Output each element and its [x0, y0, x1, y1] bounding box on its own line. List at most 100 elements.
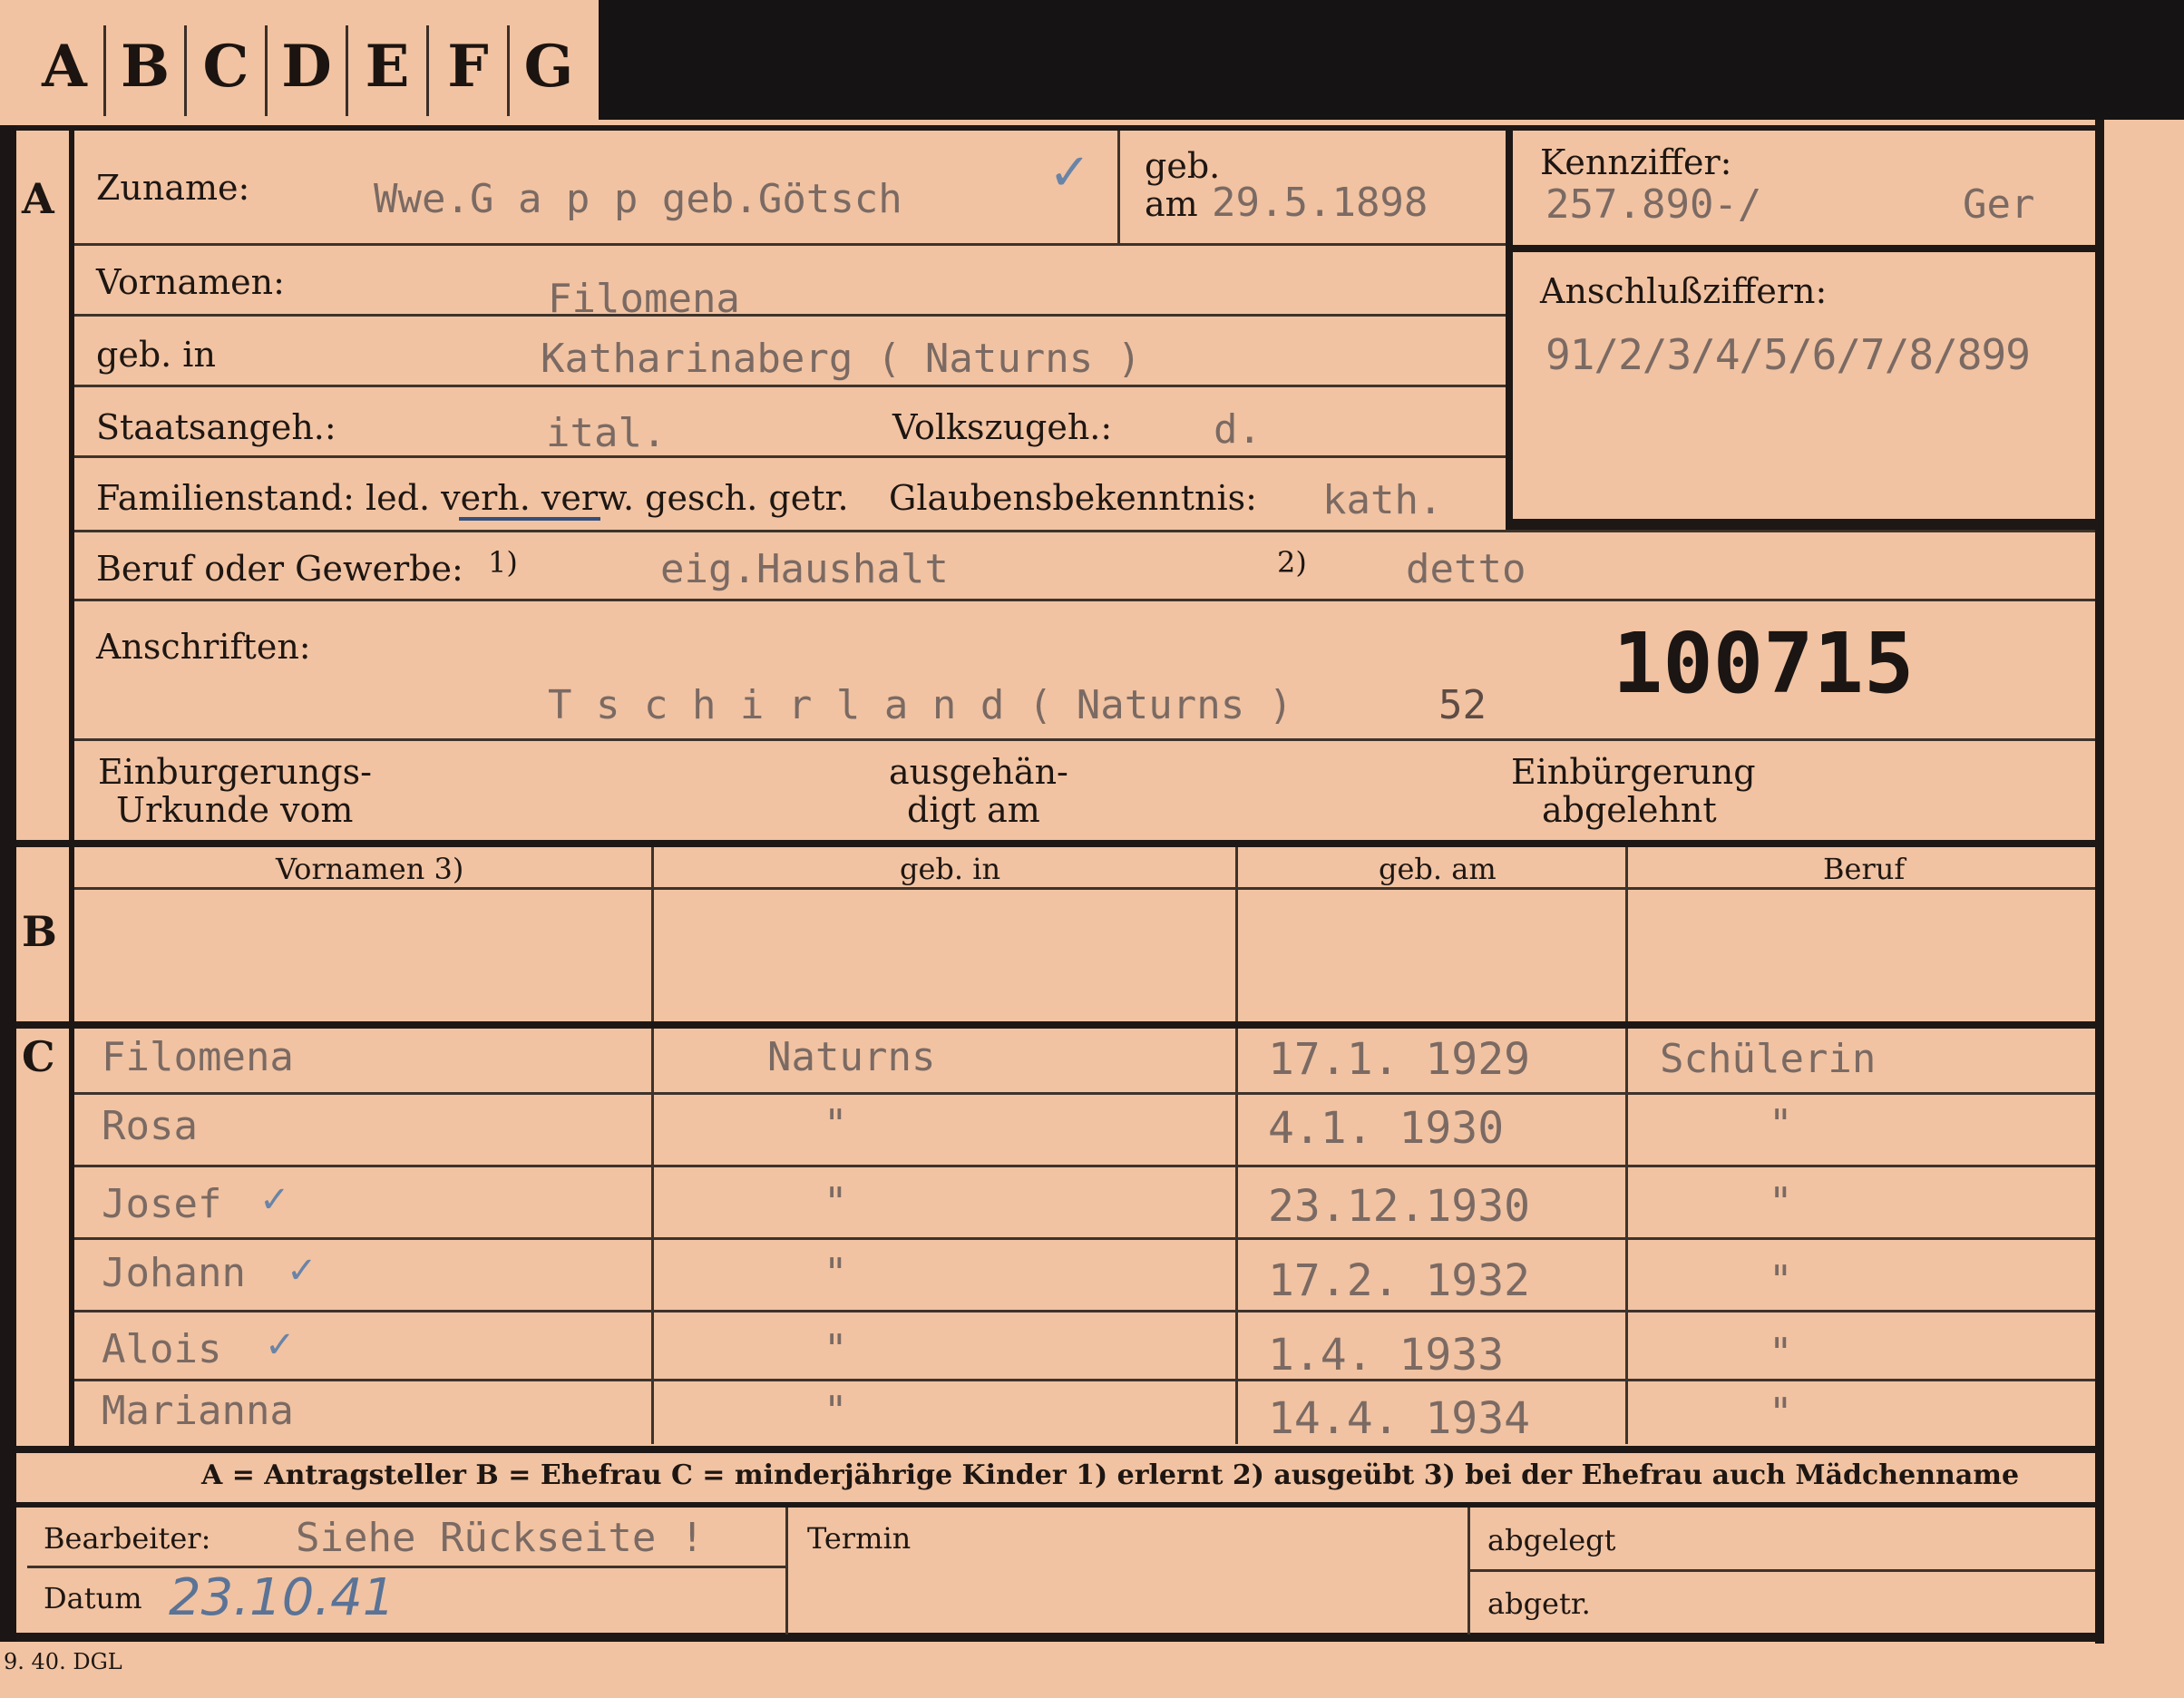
zuname-value: Wwe.G a p p geb.Götsch	[374, 176, 902, 222]
abgelegt-label: abgelegt	[1487, 1523, 1616, 1557]
row-line	[74, 1310, 2095, 1313]
tab-g[interactable]: G	[510, 16, 588, 118]
card-left-edge	[0, 118, 16, 1642]
row-line	[74, 385, 1506, 387]
tab-f[interactable]: F	[429, 16, 507, 118]
child-geb-am: 23.12.1930	[1268, 1181, 1530, 1232]
abgetr-label: abgetr.	[1487, 1586, 1591, 1621]
child-geb-in: Naturns	[767, 1034, 936, 1080]
child-geb-am: 4.1. 1930	[1268, 1103, 1505, 1154]
einbuergerung-urkunde-label-1: Einburgerungs-	[98, 752, 372, 792]
anschlussziffern-label: Anschlußziffern:	[1540, 271, 1828, 311]
anschrift-number: 52	[1438, 682, 1487, 728]
registration-card: A B C D E F G A Zuname: Wwe.G a p p geb.…	[0, 0, 2184, 1698]
ausgehaendigt-label-2: digt am	[907, 790, 1040, 830]
child-vorname: Alois	[102, 1326, 222, 1372]
col-line	[785, 1508, 788, 1635]
legend: A = Antragsteller B = Ehefrau C = minder…	[201, 1459, 2020, 1491]
child-geb-in: "	[824, 1326, 848, 1372]
child-vorname: Marianna	[102, 1388, 294, 1434]
row-line	[27, 1566, 785, 1568]
print-code: 9. 40. DGL	[4, 1649, 122, 1674]
col-header-beruf: Beruf	[1823, 852, 1906, 886]
child-geb-in: "	[824, 1388, 848, 1434]
bearbeiter-label: Bearbeiter:	[44, 1521, 211, 1556]
child-beruf: "	[1769, 1330, 1793, 1376]
col-header-geb-in: geb. in	[900, 852, 1001, 886]
geb-label: geb.	[1145, 146, 1221, 186]
kennziffer-suffix: Ger	[1963, 181, 2035, 228]
anschlussziffern-value: 91/2/3/4/5/6/7/8/899	[1545, 330, 2031, 379]
datum-label: Datum	[44, 1581, 142, 1615]
col-line	[1625, 847, 1628, 1444]
row-line	[74, 599, 2095, 601]
divider	[1513, 519, 2095, 530]
child-geb-am: 14.4. 1934	[1268, 1393, 1530, 1444]
beruf-note-2: 2)	[1277, 545, 1307, 580]
kennziffer-divider	[1506, 131, 1513, 530]
beruf-label: Beruf oder Gewerbe:	[96, 549, 463, 589]
tab-e[interactable]: E	[348, 16, 426, 118]
divider	[1117, 131, 1120, 243]
einbuergerung-abgelehnt-label-2: abgelehnt	[1542, 790, 1717, 830]
volkszugeh-label: Volkszugeh.:	[892, 407, 1113, 447]
check-mark-icon: ✓	[1048, 143, 1091, 202]
index-tabs: A B C D E F G	[0, 0, 599, 125]
tab-d[interactable]: D	[268, 16, 346, 118]
section-b-label: B	[22, 907, 57, 956]
tab-b[interactable]: B	[106, 16, 184, 118]
glaubens-value: kath.	[1322, 477, 1443, 523]
anschrift-value: T s c h i r l a n d ( Naturns )	[548, 682, 1293, 728]
familienstand-label: Familienstand: led. verh. verw. gesch. g…	[96, 478, 849, 518]
row-line	[74, 314, 1506, 317]
row-line	[74, 1237, 2095, 1240]
row-line	[1467, 1569, 2095, 1572]
beruf-note-1: 1)	[488, 545, 518, 580]
glaubens-label: Glaubensbekenntnis:	[889, 478, 1257, 518]
child-vorname: Filomena	[102, 1034, 294, 1080]
child-geb-in: "	[824, 1250, 848, 1296]
zuname-label: Zuname:	[96, 168, 250, 208]
row-line	[74, 738, 2095, 741]
child-beruf: "	[1769, 1257, 1793, 1303]
beruf-erlernt-value: eig.Haushalt	[660, 546, 949, 592]
geb-am-value: 29.5.1898	[1212, 180, 1428, 226]
einbuergerung-urkunde-label-2: Urkunde vom	[116, 790, 354, 830]
section-a-label: A	[22, 174, 54, 223]
beruf-ausgeuebt-value: detto	[1406, 546, 1526, 592]
tab-a[interactable]: A	[25, 16, 103, 118]
vornamen-label: Vornamen:	[96, 262, 285, 302]
section-b-top	[16, 840, 2095, 847]
row-line	[74, 530, 2095, 532]
child-beruf: "	[1769, 1390, 1793, 1436]
tab-c[interactable]: C	[187, 16, 265, 118]
section-c-top	[16, 1021, 2095, 1029]
legend-bottom	[16, 1502, 2095, 1508]
child-geb-in: "	[824, 1179, 848, 1225]
child-geb-am: 17.2. 1932	[1268, 1255, 1530, 1306]
geb-in-label: geb. in	[96, 335, 216, 375]
dark-background	[599, 0, 2184, 120]
divider	[1513, 245, 2095, 252]
kennziffer-label: Kennziffer:	[1540, 142, 1732, 182]
section-column-line	[69, 127, 74, 1447]
am-label: am	[1145, 184, 1198, 224]
check-mark-icon: ✓	[287, 1250, 317, 1292]
datum-value: 23.10.41	[169, 1568, 395, 1627]
row-line	[74, 1092, 2095, 1095]
child-vorname: Johann	[102, 1250, 246, 1296]
col-header-vornamen: Vornamen 3)	[276, 852, 464, 886]
row-line	[74, 1165, 2095, 1167]
frame-top	[16, 125, 2102, 131]
row-line	[74, 1379, 2095, 1381]
col-header-geb-am: geb. am	[1379, 852, 1497, 886]
staatsangeh-label: Staatsangeh.:	[96, 407, 336, 447]
ausgehaendigt-label-1: ausgehän-	[889, 752, 1068, 792]
row-line	[74, 455, 1506, 458]
child-geb-in: "	[824, 1101, 848, 1147]
geb-in-value: Katharinaberg ( Naturns )	[541, 336, 1142, 382]
legend-top	[16, 1446, 2095, 1453]
frame-bottom	[16, 1633, 2104, 1642]
bearbeiter-value: Siehe Rückseite !	[296, 1515, 705, 1561]
einbuergerung-abgelehnt-label-1: Einbürgerung	[1511, 752, 1756, 792]
